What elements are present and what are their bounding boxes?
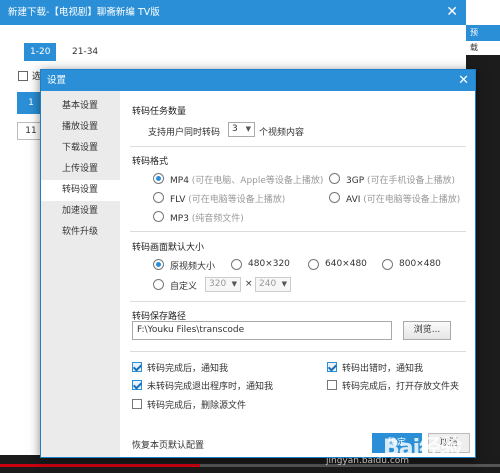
episode-tab-21-34[interactable]: 21-34 [66, 43, 104, 61]
task-count-prefix: 支持用户同时转码 [148, 128, 221, 138]
notify-complete-checkbox[interactable] [132, 362, 142, 372]
size-640x480-radio[interactable] [308, 259, 319, 270]
task-count-heading: 转码任务数量 [132, 107, 187, 117]
task-count-select[interactable]: 3 ▼ [228, 122, 255, 137]
chevron-down-icon: ▼ [281, 280, 287, 288]
open-folder-label: 转码完成后，打开存放文件夹 [342, 382, 460, 392]
chevron-down-icon: ▼ [231, 280, 237, 288]
delete-source-label: 转码完成后，删除源文件 [147, 401, 247, 411]
format-3gp-label: 3GP (可在手机设备上播放) [346, 176, 456, 186]
sidebar-item-acceleration[interactable]: 加速设置 [41, 201, 120, 222]
custom-height-value: 240 [259, 279, 277, 289]
format-heading: 转码格式 [132, 157, 169, 167]
settings-sidebar: 基本设置 播放设置 下载设置 上传设置 转码设置 加速设置 软件升级 [41, 91, 120, 457]
size-custom-radio[interactable] [153, 279, 164, 290]
sidebar-item-upgrade[interactable]: 软件升级 [41, 222, 120, 243]
format-mp4-radio[interactable] [153, 173, 164, 184]
divider [130, 351, 466, 352]
size-640x480-label: 640×480 [325, 259, 367, 269]
task-count-suffix: 个视频内容 [259, 128, 305, 138]
divider [130, 301, 466, 302]
format-mp3-label: MP3 (纯音频文件) [170, 214, 244, 224]
format-mp4-label: MP4 (可在电脑、Apple等设备上播放) [170, 176, 324, 186]
browse-button[interactable]: 浏览... [403, 321, 451, 340]
download-window-title: 新建下载-【电视剧】聊斋新编 TV版 [0, 0, 466, 25]
episode-tab-1-20[interactable]: 1-20 [24, 43, 57, 61]
custom-width-value: 320 [209, 279, 227, 289]
task-count-value: 3 [232, 124, 238, 134]
sidebar-item-transcode[interactable]: 转码设置 [41, 180, 120, 201]
sidebar-item-upload[interactable]: 上传设置 [41, 159, 120, 180]
notify-exit-label: 未转码完成退出程序时，通知我 [147, 382, 274, 392]
format-avi-label: AVI (可在电脑等设备上播放) [346, 195, 461, 205]
notify-exit-checkbox[interactable] [132, 380, 142, 390]
player-progress-played[interactable] [0, 464, 200, 467]
right-edge-button[interactable]: 预 [466, 25, 500, 41]
custom-width-select[interactable]: 320 ▼ [205, 277, 241, 292]
watermark-url: jingyan.baidu.com [326, 456, 410, 466]
custom-height-select[interactable]: 240 ▼ [255, 277, 291, 292]
format-avi-radio[interactable] [329, 192, 340, 203]
size-480x320-label: 480×320 [248, 259, 290, 269]
chevron-down-icon: ▼ [245, 125, 251, 133]
open-folder-checkbox[interactable] [327, 380, 337, 390]
notify-error-label: 转码出错时，通知我 [342, 364, 424, 374]
delete-source-checkbox[interactable] [132, 399, 142, 409]
right-edge-button-2[interactable]: 载 [466, 41, 500, 55]
sidebar-item-download[interactable]: 下载设置 [41, 138, 120, 159]
size-480x320-radio[interactable] [231, 259, 242, 270]
divider [130, 231, 466, 232]
settings-dialog-title: 设置 [41, 70, 475, 91]
settings-close-icon[interactable]: ✕ [458, 70, 469, 91]
format-flv-label: FLV (可在电脑等设备上播放) [170, 195, 286, 205]
settings-dialog: 设置 ✕ 基本设置 播放设置 下载设置 上传设置 转码设置 加速设置 软件升级 … [40, 69, 476, 458]
download-window-close-icon[interactable]: ✕ [446, 0, 458, 25]
format-flv-radio[interactable] [153, 192, 164, 203]
save-path-input[interactable]: F:\Youku Files\transcode [132, 321, 392, 340]
notify-complete-label: 转码完成后，通知我 [147, 364, 229, 374]
size-800x480-label: 800×480 [399, 259, 441, 269]
divider [130, 146, 466, 147]
size-custom-label: 自定义 [170, 282, 198, 292]
size-heading: 转码画面默认大小 [132, 243, 205, 253]
select-all-checkbox[interactable] [18, 71, 28, 81]
notify-error-checkbox[interactable] [327, 362, 337, 372]
format-mp3-radio[interactable] [153, 211, 164, 222]
size-800x480-radio[interactable] [382, 259, 393, 270]
sidebar-item-playback[interactable]: 播放设置 [41, 117, 120, 138]
format-3gp-radio[interactable] [329, 173, 340, 184]
transcode-settings-panel: 转码任务数量 支持用户同时转码 3 ▼ 个视频内容 转码格式 MP4 (可在电脑… [120, 91, 475, 457]
custom-times-sign: × [245, 279, 253, 289]
size-original-radio[interactable] [153, 259, 164, 270]
size-original-label: 原视频大小 [170, 262, 216, 272]
right-edge-top [466, 0, 500, 25]
reset-defaults-link[interactable]: 恢复本页默认配置 [132, 438, 204, 451]
sidebar-item-basic[interactable]: 基本设置 [41, 96, 120, 117]
